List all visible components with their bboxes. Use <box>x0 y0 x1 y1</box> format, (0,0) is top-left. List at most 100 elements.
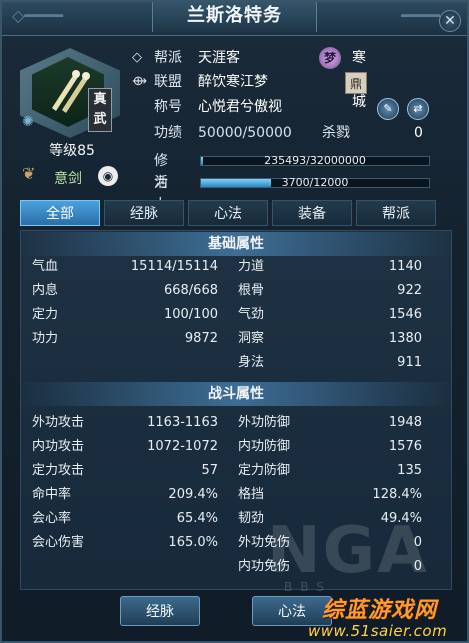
stat-value: 57 <box>201 463 218 478</box>
stat-label: 定力防御 <box>238 463 291 478</box>
stat-value: 128.4% <box>372 487 422 502</box>
merit-value: 50000/50000 <box>198 125 292 141</box>
stat-row: 内功防御 1576 <box>238 436 422 458</box>
watermark-logo: NGA <box>267 514 429 588</box>
stat-row: 气劲 1546 <box>238 304 422 326</box>
twin-sword-icon <box>52 70 90 113</box>
stat-label: 会心率 <box>32 511 72 526</box>
vitality-bar: 3700/12000 <box>200 176 430 189</box>
stat-value: 1546 <box>388 307 422 322</box>
character-level: 等级85 <box>49 143 95 159</box>
alliance-row: 联盟 醉饮寒江梦 <box>132 71 432 93</box>
base-attributes-header: 基础属性 <box>20 232 452 256</box>
stat-value: 165.0% <box>168 535 218 550</box>
alliance-badge-icon: 鼎 <box>345 72 367 94</box>
stat-row: 内息 668/668 <box>32 280 218 302</box>
faction-row: 帮派 天涯客 <box>132 47 432 69</box>
stat-row: 根骨 922 <box>238 280 422 302</box>
stat-row: 格挡 128.4% <box>238 484 422 506</box>
tab-meridian[interactable]: 经脉 <box>104 200 184 226</box>
stat-row: 内功攻击 1072-1072 <box>32 436 218 458</box>
tab-mind[interactable]: 心法 <box>188 200 268 226</box>
stat-row: 功力 9872 <box>32 328 218 350</box>
stat-label: 外功防御 <box>238 415 291 430</box>
alliance-value[interactable]: 醉饮寒江梦 <box>198 71 268 93</box>
stat-row: 定力防御 135 <box>238 460 422 482</box>
stat-label: 内功攻击 <box>32 439 85 454</box>
character-info-window: ◇━━━━ 兰斯洛特务 ━━━━◇ ✕ 真武 ✺ 等级85 ❦ 意剑 ◉ ◇ 帮… <box>0 0 469 643</box>
stat-row: 会心伤害 165.0% <box>32 532 218 554</box>
stat-label: 外功攻击 <box>32 415 85 430</box>
stat-label: 韧劲 <box>238 511 265 526</box>
stat-row: 气血 15114/15114 <box>32 256 218 278</box>
site-logo: 综蓝游戏网 <box>322 598 438 623</box>
tab-all[interactable]: 全部 <box>20 200 100 226</box>
stat-value: 922 <box>397 283 422 298</box>
star-emblem-icon: ✺ <box>22 114 34 130</box>
stat-label: 内功防御 <box>238 439 291 454</box>
stat-label: 功力 <box>32 331 59 346</box>
stat-value: 1380 <box>388 331 422 346</box>
tab-bar: 全部 经脉 心法 装备 帮派 <box>20 200 452 226</box>
stat-value: 65.4% <box>176 511 218 526</box>
stat-label: 力道 <box>238 259 265 274</box>
vitality-text: 3700/12000 <box>281 176 349 189</box>
cultivation-text: 235493/32000000 <box>264 154 366 167</box>
title-label: 称号 <box>154 99 182 115</box>
city-badge-icon: 梦 <box>319 47 341 69</box>
stat-row: 身法 911 <box>238 352 422 374</box>
tab-faction[interactable]: 帮派 <box>356 200 436 226</box>
faction-label: 帮派 <box>154 50 182 66</box>
stat-value: 9872 <box>184 331 218 346</box>
title-ornament-left: ◇━━━━ <box>12 6 63 25</box>
stat-row: 洞察 1380 <box>238 328 422 350</box>
sect-badge: 真武 <box>88 88 112 132</box>
stat-row: 外功防御 1948 <box>238 412 422 434</box>
faction-value[interactable]: 天涯客 <box>198 47 240 69</box>
stat-row: 定力攻击 57 <box>32 460 218 482</box>
alliance-label: 联盟 <box>154 74 182 90</box>
stat-label: 定力攻击 <box>32 463 85 478</box>
stat-value: 1948 <box>388 415 422 430</box>
stat-label: 内息 <box>32 283 59 298</box>
stat-value: 135 <box>397 463 422 478</box>
title-ornament-right: ━━━━◇ <box>401 6 452 25</box>
stat-value: 1072-1072 <box>147 439 218 454</box>
tab-equipment[interactable]: 装备 <box>272 200 352 226</box>
merit-label: 功绩 <box>154 125 182 141</box>
meridian-button[interactable]: 经脉 <box>120 596 200 626</box>
kill-label: 杀戮 <box>322 125 350 141</box>
school-emblem-icon: ❦ <box>22 164 36 183</box>
stat-label: 命中率 <box>32 487 72 502</box>
stat-row: 命中率 209.4% <box>32 484 218 506</box>
school-name: 意剑 <box>54 171 82 187</box>
stat-label: 洞察 <box>238 331 265 346</box>
stat-value: 1163-1163 <box>147 415 218 430</box>
stat-row: 定力 100/100 <box>32 304 218 326</box>
site-url: www.51saier.com <box>308 622 448 640</box>
stat-value: 209.4% <box>168 487 218 502</box>
stat-value: 15114/15114 <box>130 259 218 274</box>
eye-icon[interactable]: ◉ <box>98 166 118 186</box>
cultivation-bar: 235493/32000000 <box>200 154 430 167</box>
close-button[interactable]: ✕ <box>439 10 461 32</box>
stat-label: 会心伤害 <box>32 535 85 550</box>
merit-row: 功绩 50000/50000 杀戮 0 <box>132 122 452 144</box>
title-bar: ◇━━━━ 兰斯洛特务 ━━━━◇ ✕ <box>2 2 467 36</box>
window-title: 兰斯洛特务 <box>152 2 317 32</box>
stat-label: 格挡 <box>238 487 265 502</box>
edit-title-button[interactable]: ✎ <box>377 98 399 120</box>
kill-value: 0 <box>414 125 423 141</box>
stat-label: 定力 <box>32 307 59 322</box>
stat-label: 根骨 <box>238 283 265 298</box>
stat-value: 911 <box>397 355 422 370</box>
stat-label: 气劲 <box>238 307 265 322</box>
stat-row: 会心率 65.4% <box>32 508 218 530</box>
stat-row: 力道 1140 <box>238 256 422 278</box>
stat-value: 1576 <box>388 439 422 454</box>
switch-title-button[interactable]: ⇄ <box>407 98 429 120</box>
stat-row: 外功攻击 1163-1163 <box>32 412 218 434</box>
stat-label: 气血 <box>32 259 59 274</box>
stat-label: 身法 <box>238 355 265 370</box>
stat-value: 1140 <box>388 259 422 274</box>
